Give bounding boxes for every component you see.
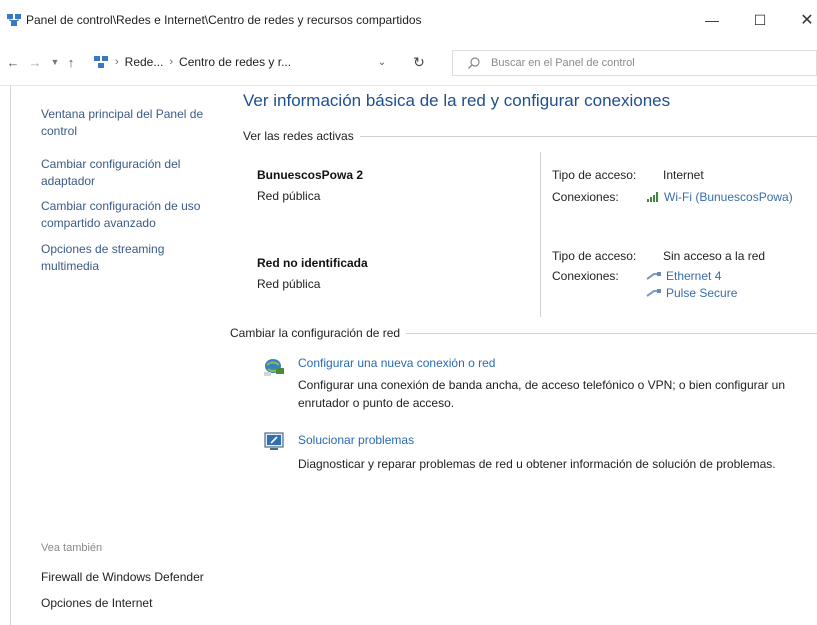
sidebar-item-media-streaming-options[interactable]: Opciones de streaming multimedia	[41, 241, 221, 275]
access-type-label: Tipo de acceso:	[552, 168, 637, 182]
access-type-value: Internet	[663, 168, 704, 182]
search-input[interactable]	[491, 57, 791, 69]
access-type-label: Tipo de acceso:	[552, 249, 637, 263]
breadcrumb-chevron-icon[interactable]: ›	[169, 56, 173, 68]
connection-link-pulse-secure[interactable]: Pulse Secure	[646, 286, 737, 300]
maximize-button[interactable]: ☐	[746, 8, 774, 32]
connections-label: Conexiones:	[552, 269, 619, 283]
access-type-value: Sin acceso a la red	[663, 249, 766, 263]
left-task-pane: Ventana principal del Panel de control C…	[10, 86, 232, 625]
sidebar-item-change-adapter-settings[interactable]: Cambiar configuración del adaptador	[41, 156, 221, 190]
address-dropdown-chevron-icon[interactable]: ⌄	[374, 54, 390, 70]
connection-link-label[interactable]: Wi-Fi (BunuescosPowa)	[664, 190, 793, 204]
ethernet-cable-icon	[646, 272, 661, 280]
troubleshoot-problems-description: Diagnosticar y reparar problemas de red …	[298, 457, 776, 471]
page-title: Ver información básica de la red y confi…	[243, 91, 671, 110]
setup-new-connection-link[interactable]: Configurar una nueva conexión o red	[298, 356, 495, 370]
close-button[interactable]: ✕	[793, 8, 817, 32]
forward-arrow-icon[interactable]: →	[26, 53, 44, 71]
network-category: Red pública	[257, 277, 321, 291]
breadcrumb-centro-de-redes[interactable]: Centro de redes y r...	[179, 55, 291, 69]
network-name: Red no identificada	[257, 256, 368, 270]
search-icon	[468, 57, 480, 69]
title-bar: Panel de control\Redes e Internet\Centro…	[0, 0, 817, 40]
change-settings-heading: Cambiar la configuración de red	[230, 326, 407, 340]
window-title: Panel de control\Redes e Internet\Centro…	[26, 13, 422, 27]
new-connection-icon	[264, 359, 284, 376]
minimize-button[interactable]: —	[698, 8, 726, 32]
refresh-icon[interactable]: ↻	[410, 53, 428, 71]
back-arrow-icon[interactable]: ←	[4, 53, 22, 71]
network-name: BunuescosPowa 2	[257, 168, 364, 182]
sidebar-item-internet-options[interactable]: Opciones de Internet	[41, 595, 231, 612]
network-category: Red pública	[257, 189, 321, 203]
breadcrumb-redes[interactable]: Rede...	[125, 55, 164, 69]
connection-link-label[interactable]: Ethernet 4	[666, 269, 721, 283]
connection-link-ethernet[interactable]: Ethernet 4	[646, 269, 721, 283]
navigation-bar: ← → ▼ ↑ › Rede... › Centro de redes y r.…	[0, 40, 817, 86]
network-center-icon	[7, 14, 21, 26]
wifi-signal-icon	[647, 192, 658, 202]
see-also-heading: Vea también	[41, 542, 103, 554]
connection-link-wifi[interactable]: Wi-Fi (BunuescosPowa)	[646, 190, 793, 204]
troubleshoot-icon	[264, 432, 284, 450]
network-column-divider	[540, 152, 541, 317]
network-center-icon	[94, 56, 108, 68]
up-arrow-icon[interactable]: ↑	[62, 53, 80, 71]
ethernet-cable-icon	[646, 289, 661, 297]
sidebar-item-control-panel-home[interactable]: Ventana principal del Panel de control	[41, 106, 221, 140]
connections-label: Conexiones:	[552, 190, 619, 204]
troubleshoot-problems-link[interactable]: Solucionar problemas	[298, 433, 414, 447]
setup-new-connection-description: Configurar una conexión de banda ancha, …	[298, 378, 785, 410]
address-bar[interactable]: › Rede... › Centro de redes y r...	[90, 50, 444, 74]
breadcrumb-chevron-icon[interactable]: ›	[115, 56, 119, 68]
sidebar-item-advanced-sharing-settings[interactable]: Cambiar configuración de uso compartido …	[41, 198, 221, 232]
active-networks-heading: Ver las redes activas	[243, 129, 360, 143]
search-box[interactable]	[452, 50, 817, 76]
connection-link-label[interactable]: Pulse Secure	[666, 286, 737, 300]
sidebar-item-windows-defender-firewall[interactable]: Firewall de Windows Defender	[41, 569, 231, 586]
